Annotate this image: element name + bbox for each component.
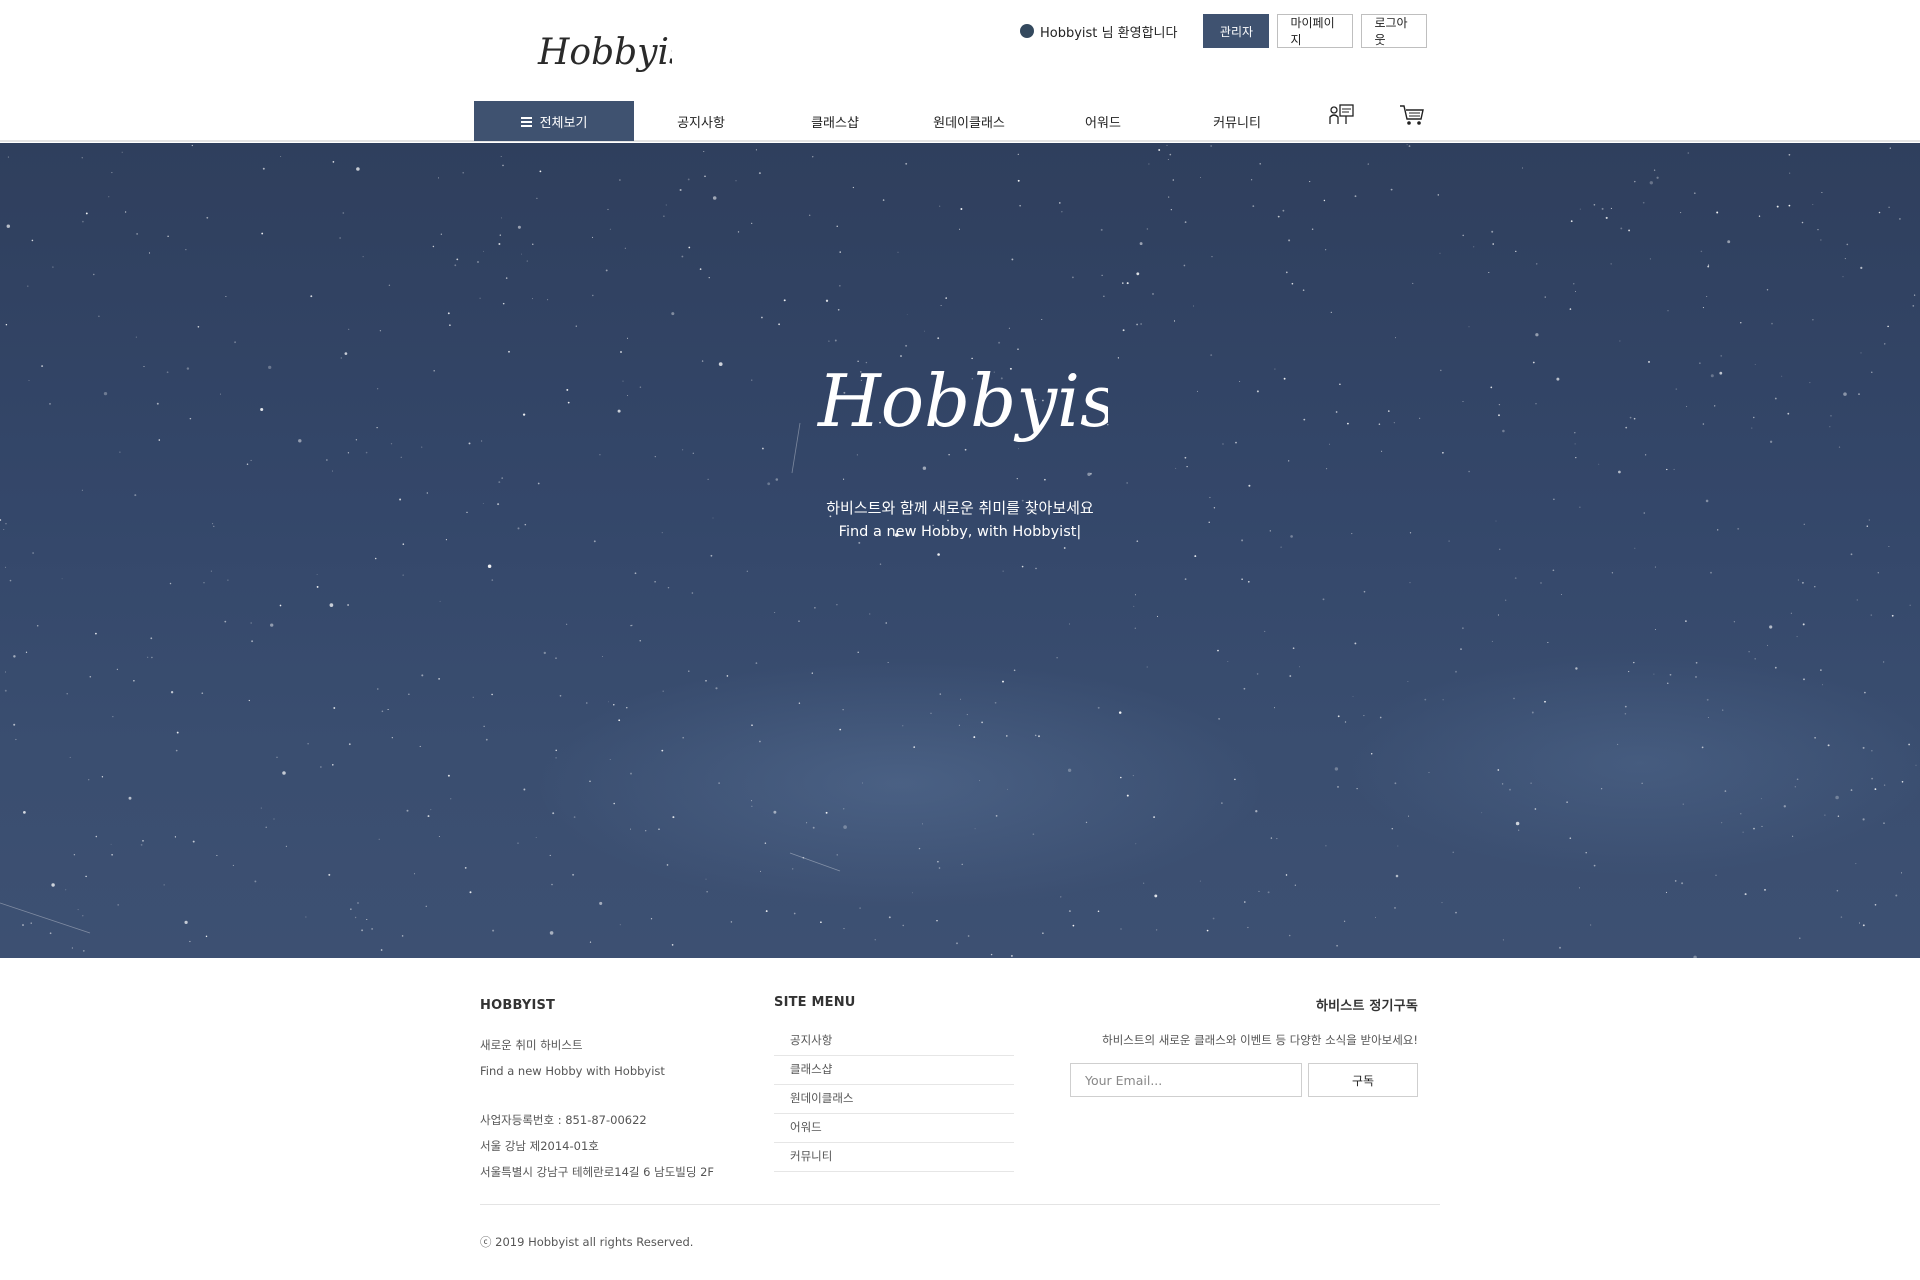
footer-site-menu: SITE MENU 공지사항 클래스샵 원데이클래스 어워드 커뮤니티	[774, 995, 1014, 1172]
footer-copyright: ⓒ 2019 Hobbyist all rights Reserved.	[480, 1235, 694, 1249]
footer-about: HOBBYIST 새로운 취미 하비스트 Find a new Hobby wi…	[480, 998, 740, 1178]
subscribe-button[interactable]: 구독	[1308, 1063, 1418, 1097]
footer-address: 서울특별시 강남구 테헤란로14길 6 남도빌딩 2F	[480, 1165, 715, 1179]
footer-subscribe-description: 하비스트의 새로운 클래스와 이벤트 등 다양한 소식을 받아보세요!	[1102, 1033, 1418, 1047]
footer-registration: 서울 강남 제2014-01호	[480, 1139, 599, 1153]
nav-item-award[interactable]: 어워드	[1036, 101, 1170, 141]
footer-subscribe: 하비스트 정기구독 하비스트의 새로운 클래스와 이벤트 등 다양한 소식을 받…	[1070, 995, 1418, 1097]
starfield-background	[0, 144, 1917, 958]
hero-logo-text: Hobbyist	[816, 359, 1108, 443]
footer-tagline-kr: 새로운 취미 하비스트	[480, 1038, 583, 1052]
footer-menu-award[interactable]: 어워드	[774, 1114, 1014, 1143]
class-board-icon[interactable]	[1328, 102, 1356, 128]
footer-about-title: HOBBYIST	[480, 998, 556, 1013]
footer-site-menu-title: SITE MENU	[774, 995, 856, 1010]
nav-all-label: 전체보기	[539, 115, 588, 131]
menu-icon	[520, 116, 532, 127]
main-nav: 전체보기 공지사항 클래스샵 원데이클래스 어워드 커뮤니티	[474, 101, 1304, 141]
welcome-suffix: 님 환영합니다	[1101, 25, 1178, 41]
hero-tagline-en: Find a new Hobby, with Hobbyist|	[838, 524, 1082, 540]
footer-subscribe-title: 하비스트 정기구독	[1315, 999, 1418, 1014]
welcome-message: Hobbyist 님 환영합니다	[1040, 22, 1177, 41]
welcome-username: Hobbyist	[1040, 25, 1098, 41]
mypage-button[interactable]: 마이페이지	[1277, 14, 1354, 48]
user-avatar-icon	[1020, 24, 1034, 38]
footer-biz-number: 사업자등록번호 : 851-87-00622	[480, 1113, 647, 1127]
nav-all-button[interactable]: 전체보기	[474, 101, 634, 141]
site-logo[interactable]: Hobbyist	[532, 22, 672, 86]
site-footer: HOBBYIST 새로운 취미 하비스트 Find a new Hobby wi…	[0, 958, 1920, 1280]
footer-menu-classshop[interactable]: 클래스샵	[774, 1056, 1014, 1085]
subscribe-email-input[interactable]	[1070, 1063, 1302, 1097]
nav-item-community[interactable]: 커뮤니티	[1170, 101, 1304, 141]
admin-button[interactable]: 관리자	[1203, 14, 1270, 48]
hero-banner: Hobbyist 하비스트와 함께 새로운 취미를 찾아보세요 Find a n…	[0, 143, 1920, 958]
user-bar: Hobbyist 님 환영합니다 관리자 마이페이지 로그아웃	[1020, 14, 1428, 48]
footer-menu-notice[interactable]: 공지사항	[774, 1027, 1014, 1056]
site-header: Hobbyist Hobbyist 님 환영합니다 관리자 마이페이지 로그아웃…	[0, 0, 1920, 142]
footer-divider	[480, 1204, 1440, 1205]
logout-button[interactable]: 로그아웃	[1361, 14, 1428, 48]
cart-icon[interactable]	[1398, 102, 1426, 128]
footer-menu-oneday[interactable]: 원데이클래스	[774, 1085, 1014, 1114]
footer-menu-list: 공지사항 클래스샵 원데이클래스 어워드 커뮤니티	[774, 1027, 1014, 1172]
footer-tagline-en: Find a new Hobby with Hobbyist	[480, 1064, 665, 1078]
subscribe-form: 구독	[1070, 1063, 1418, 1097]
nav-item-classshop[interactable]: 클래스샵	[768, 101, 902, 141]
logo-text: Hobbyist	[537, 32, 672, 73]
hero-tagline-kr: 하비스트와 함께 새로운 취미를 찾아보세요	[826, 499, 1094, 517]
footer-menu-community[interactable]: 커뮤니티	[774, 1143, 1014, 1172]
nav-item-notice[interactable]: 공지사항	[634, 101, 768, 141]
nav-item-oneday[interactable]: 원데이클래스	[902, 101, 1036, 141]
hero-logo: Hobbyist	[816, 359, 1108, 443]
